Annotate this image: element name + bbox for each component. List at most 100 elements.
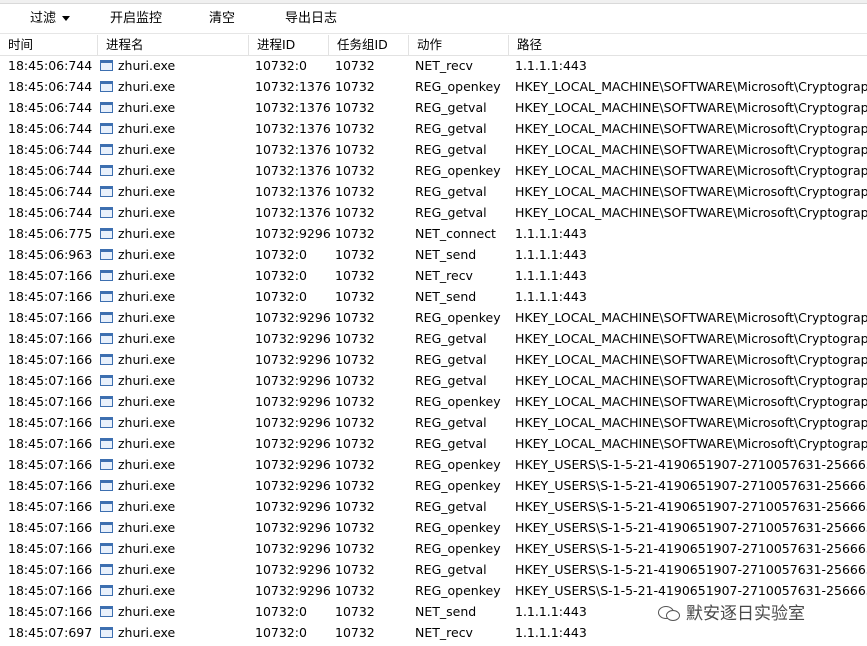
table-row[interactable]: 18:45:07:166 zhuri.exe 10732:0 10732 NET_sen… bbox=[0, 286, 867, 307]
process-name-cell: zhuri.exe bbox=[100, 265, 248, 286]
table-row[interactable]: 18:45:06:744 zhuri.exe 10732:1376 10732 REG_… bbox=[0, 202, 867, 223]
action-cell: NET_send bbox=[415, 289, 477, 304]
process-name-cell: zhuri.exe bbox=[100, 55, 248, 76]
task-group-id-cell: 10732 bbox=[335, 541, 375, 556]
table-row[interactable]: 18:45:07:166 zhuri.exe 10732:9296 10732 REG_… bbox=[0, 517, 867, 538]
column-header-process-name[interactable]: 进程名 bbox=[98, 35, 249, 55]
table-row[interactable]: 18:45:06:744 zhuri.exe 10732:1376 10732 REG_… bbox=[0, 160, 867, 181]
table-row[interactable]: 18:45:06:744 zhuri.exe 10732:1376 10732 REG_… bbox=[0, 181, 867, 202]
action-cell: REG_getval bbox=[415, 205, 487, 220]
process-id-cell: 10732:0 bbox=[255, 625, 307, 640]
table-row[interactable]: 18:45:07:166 zhuri.exe 10732:9296 10732 REG_… bbox=[0, 454, 867, 475]
table-row[interactable]: 18:45:06:744 zhuri.exe 10732:1376 10732 REG_… bbox=[0, 139, 867, 160]
action-cell: REG_openkey bbox=[415, 583, 501, 598]
action-cell: REG_openkey bbox=[415, 310, 501, 325]
table-row[interactable]: 18:45:07:166 zhuri.exe 10732:9296 10732 REG_… bbox=[0, 412, 867, 433]
path-cell: HKEY_USERS\S-1-5-21-4190651907-271005763… bbox=[515, 457, 867, 472]
table-row[interactable]: 18:45:07:166 zhuri.exe 10732:9296 10732 REG_… bbox=[0, 391, 867, 412]
process-name-text: zhuri.exe bbox=[118, 478, 176, 493]
clear-button[interactable]: 清空 bbox=[209, 4, 235, 33]
action-cell: REG_getval bbox=[415, 184, 487, 199]
application-window-icon bbox=[100, 606, 113, 617]
process-name-text: zhuri.exe bbox=[118, 205, 176, 220]
process-id-cell: 10732:9296 bbox=[255, 583, 330, 598]
path-cell: HKEY_LOCAL_MACHINE\SOFTWARE\Microsoft\Cr… bbox=[515, 100, 867, 115]
path-cell: HKEY_USERS\S-1-5-21-4190651907-271005763… bbox=[515, 520, 867, 535]
time-cell: 18:45:07:166 bbox=[8, 310, 93, 325]
table-row[interactable]: 18:45:06:775 zhuri.exe 10732:9296 10732 NET_… bbox=[0, 223, 867, 244]
table-row[interactable]: 18:45:06:963 zhuri.exe 10732:0 10732 NET_sen… bbox=[0, 244, 867, 265]
time-cell: 18:45:07:166 bbox=[8, 604, 93, 619]
table-row[interactable]: 18:45:06:744 zhuri.exe 10732:1376 10732 REG_… bbox=[0, 76, 867, 97]
time-cell: 18:45:07:166 bbox=[8, 457, 93, 472]
process-id-cell: 10732:9296 bbox=[255, 541, 330, 556]
path-cell: HKEY_LOCAL_MACHINE\SOFTWARE\Microsoft\Cr… bbox=[515, 121, 867, 136]
task-group-id-cell: 10732 bbox=[335, 58, 375, 73]
application-window-icon bbox=[100, 249, 113, 260]
time-cell: 18:45:07:166 bbox=[8, 289, 93, 304]
start-monitor-button[interactable]: 开启监控 bbox=[110, 4, 162, 33]
table-row[interactable]: 18:45:07:166 zhuri.exe 10732:9296 10732 REG_… bbox=[0, 475, 867, 496]
path-cell: HKEY_LOCAL_MACHINE\SOFTWARE\Microsoft\Cr… bbox=[515, 352, 867, 367]
column-header-task-group-id[interactable]: 任务组ID bbox=[329, 35, 409, 55]
task-group-id-cell: 10732 bbox=[335, 121, 375, 136]
process-name-cell: zhuri.exe bbox=[100, 181, 248, 202]
column-header-action[interactable]: 动作 bbox=[409, 35, 509, 55]
time-cell: 18:45:07:166 bbox=[8, 436, 93, 451]
watermark-text: 默安逐日实验室 bbox=[686, 604, 805, 624]
table-row[interactable]: 18:45:07:166 zhuri.exe 10732:9296 10732 REG_… bbox=[0, 349, 867, 370]
process-name-text: zhuri.exe bbox=[118, 373, 176, 388]
application-window-icon bbox=[100, 543, 113, 554]
task-group-id-cell: 10732 bbox=[335, 583, 375, 598]
time-cell: 18:45:07:166 bbox=[8, 520, 93, 535]
application-window-icon bbox=[100, 627, 113, 638]
action-cell: REG_openkey bbox=[415, 394, 501, 409]
wechat-icon bbox=[658, 604, 680, 622]
task-group-id-cell: 10732 bbox=[335, 331, 375, 346]
table-row[interactable]: 18:45:07:166 zhuri.exe 10732:9296 10732 REG_… bbox=[0, 433, 867, 454]
application-window-icon bbox=[100, 585, 113, 596]
dropdown-arrow-icon bbox=[62, 16, 71, 21]
action-cell: NET_send bbox=[415, 604, 477, 619]
application-window-icon bbox=[100, 564, 113, 575]
table-row[interactable]: 18:45:07:166 zhuri.exe 10732:9296 10732 REG_… bbox=[0, 307, 867, 328]
application-window-icon bbox=[100, 438, 113, 449]
table-row[interactable]: 18:45:07:166 zhuri.exe 10732:9296 10732 REG_… bbox=[0, 538, 867, 559]
column-header-time[interactable]: 时间 bbox=[0, 35, 98, 55]
process-id-cell: 10732:1376 bbox=[255, 79, 330, 94]
column-header-path[interactable]: 路径 bbox=[509, 35, 867, 55]
table-row[interactable]: 18:45:07:166 zhuri.exe 10732:0 10732 NET_rec… bbox=[0, 265, 867, 286]
action-cell: REG_getval bbox=[415, 436, 487, 451]
time-cell: 18:45:07:166 bbox=[8, 352, 93, 367]
table-row[interactable]: 18:45:07:166 zhuri.exe 10732:9296 10732 REG_… bbox=[0, 370, 867, 391]
application-window-icon bbox=[100, 228, 113, 239]
time-cell: 18:45:06:744 bbox=[8, 184, 93, 199]
table-row[interactable]: 18:45:06:744 zhuri.exe 10732:1376 10732 REG_… bbox=[0, 97, 867, 118]
path-cell: HKEY_LOCAL_MACHINE\SOFTWARE\Microsoft\Cr… bbox=[515, 331, 867, 346]
action-cell: REG_openkey bbox=[415, 457, 501, 472]
process-id-cell: 10732:9296 bbox=[255, 520, 330, 535]
time-cell: 18:45:07:166 bbox=[8, 373, 93, 388]
path-cell: 1.1.1.1:443 bbox=[515, 289, 587, 304]
path-cell: 1.1.1.1:443 bbox=[515, 247, 587, 262]
process-name-text: zhuri.exe bbox=[118, 331, 176, 346]
action-cell: NET_connect bbox=[415, 226, 496, 241]
process-id-cell: 10732:9296 bbox=[255, 436, 330, 451]
application-window-icon bbox=[100, 459, 113, 470]
table-row[interactable]: 18:45:07:697 zhuri.exe 10732:0 10732 NET_rec… bbox=[0, 622, 867, 643]
process-id-cell: 10732:1376 bbox=[255, 163, 330, 178]
table-row[interactable]: 18:45:07:166 zhuri.exe 10732:9296 10732 REG_… bbox=[0, 559, 867, 580]
table-row[interactable]: 18:45:06:744 zhuri.exe 10732:1376 10732 REG_… bbox=[0, 118, 867, 139]
column-header-process-id[interactable]: 进程ID bbox=[249, 35, 329, 55]
table-row[interactable]: 18:45:07:166 zhuri.exe 10732:9296 10732 REG_… bbox=[0, 580, 867, 601]
application-window-icon bbox=[100, 165, 113, 176]
action-cell: REG_getval bbox=[415, 331, 487, 346]
process-id-cell: 10732:9296 bbox=[255, 373, 330, 388]
table-row[interactable]: 18:45:07:166 zhuri.exe 10732:9296 10732 REG_… bbox=[0, 328, 867, 349]
table-row[interactable]: 18:45:06:744 zhuri.exe 10732:0 10732 NET_rec… bbox=[0, 55, 867, 76]
path-cell: HKEY_LOCAL_MACHINE\SOFTWARE\Microsoft\Cr… bbox=[515, 184, 867, 199]
filter-dropdown-button[interactable]: 过滤 bbox=[30, 4, 71, 33]
export-log-button[interactable]: 导出日志 bbox=[285, 4, 337, 33]
table-row[interactable]: 18:45:07:166 zhuri.exe 10732:9296 10732 REG_… bbox=[0, 496, 867, 517]
process-id-cell: 10732:1376 bbox=[255, 121, 330, 136]
